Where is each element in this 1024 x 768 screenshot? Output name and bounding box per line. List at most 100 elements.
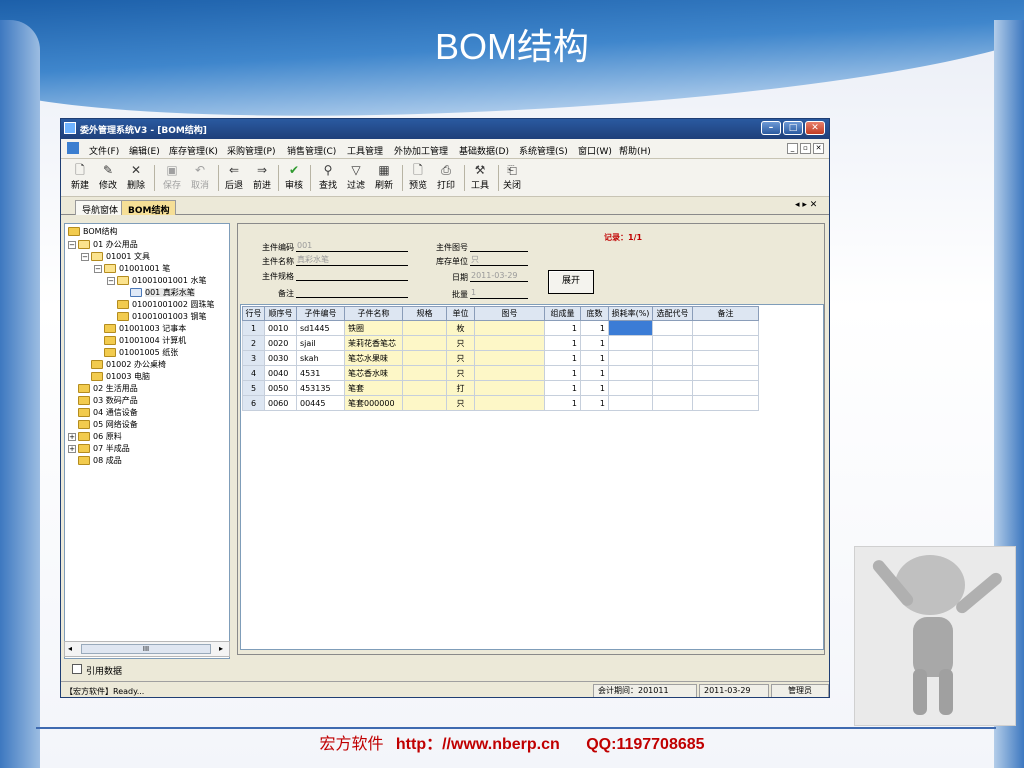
expand-icon[interactable]: +: [68, 432, 76, 441]
option-code-cell[interactable]: [652, 335, 693, 351]
option-code-cell[interactable]: [652, 365, 693, 381]
parent-code-field[interactable]: 001: [296, 241, 408, 252]
seq-cell[interactable]: 0060: [264, 395, 297, 411]
child-name-cell[interactable]: 笔芯香水味: [344, 365, 403, 381]
table-row[interactable]: 5 0050 453135 笔套 打 1 1: [242, 380, 759, 396]
tree-node-01001001001[interactable]: −01001001001 水笔: [107, 275, 207, 287]
menu-help[interactable]: 帮助(H): [619, 144, 651, 157]
drawing-cell[interactable]: [474, 335, 545, 351]
child-name-cell[interactable]: 笔套000000: [344, 395, 403, 411]
expand-icon[interactable]: +: [68, 444, 76, 453]
remark-cell[interactable]: [692, 365, 759, 381]
refresh-button[interactable]: ▦ 刷新: [369, 162, 399, 194]
minimize-button[interactable]: –: [761, 121, 781, 135]
tree-node-01003[interactable]: 01003 电脑: [91, 371, 150, 383]
tree-node-01001[interactable]: −01001 文具: [81, 251, 150, 263]
tree-node-05[interactable]: 05 网络设备: [78, 419, 138, 431]
table-row[interactable]: 1 0010 sd1445 铁圈 枚 1 1: [242, 320, 759, 336]
menu-window[interactable]: 窗口(W): [578, 144, 612, 157]
loss-rate-cell[interactable]: [608, 395, 653, 411]
child-code-cell[interactable]: 4531: [296, 365, 345, 381]
child-name-cell[interactable]: 笔芯水果味: [344, 350, 403, 366]
col-row-no[interactable]: 行号: [242, 306, 265, 321]
tree-node-01001001[interactable]: −01001001 笔: [94, 263, 170, 275]
tree-root[interactable]: BOM结构: [68, 226, 118, 238]
save-button[interactable]: ▣ 保存: [157, 162, 187, 194]
table-row[interactable]: 2 0020 sjail 茉莉花香笔芯 只 1 1: [242, 335, 759, 351]
seq-cell[interactable]: 0030: [264, 350, 297, 366]
remark-cell[interactable]: [692, 395, 759, 411]
child-code-cell[interactable]: skah: [296, 350, 345, 366]
close-window-button[interactable]: ⎗ 关闭: [497, 162, 527, 194]
option-code-cell[interactable]: [652, 380, 693, 396]
quantity-cell[interactable]: 1: [544, 320, 581, 336]
drawing-cell[interactable]: [474, 320, 545, 336]
drawing-cell[interactable]: [474, 365, 545, 381]
tree-node-01001003[interactable]: 01001003 记事本: [104, 323, 186, 335]
col-unit[interactable]: 单位: [446, 306, 475, 321]
col-remark[interactable]: 备注: [692, 306, 759, 321]
col-seq[interactable]: 顺序号: [264, 306, 297, 321]
base-cell[interactable]: 1: [580, 395, 609, 411]
menu-edit[interactable]: 编辑(E): [129, 144, 160, 157]
reference-data-checkbox[interactable]: [72, 664, 82, 674]
tree-node-07[interactable]: +07 半成品: [68, 443, 130, 455]
menu-purchase[interactable]: 采购管理(P): [227, 144, 275, 157]
tree-node-08[interactable]: 08 成品: [78, 455, 122, 467]
tree-node-03[interactable]: 03 数码产品: [78, 395, 138, 407]
base-cell[interactable]: 1: [580, 365, 609, 381]
tab-navigation-arrows[interactable]: ◂ ▸ ✕: [795, 200, 817, 210]
tree-node-01001004[interactable]: 01001004 计算机: [104, 335, 186, 347]
tree-horizontal-scrollbar[interactable]: ◂ III ▸: [64, 641, 230, 657]
expand-button[interactable]: 展开: [548, 270, 594, 294]
mdi-close-button[interactable]: ✕: [813, 143, 824, 154]
seq-cell[interactable]: 0010: [264, 320, 297, 336]
audit-button[interactable]: ✔ 审核: [279, 162, 309, 194]
option-code-cell[interactable]: [652, 320, 693, 336]
spec-cell[interactable]: [402, 395, 447, 411]
menu-outsourcing[interactable]: 外协加工管理: [394, 144, 448, 157]
child-code-cell[interactable]: 00445: [296, 395, 345, 411]
remark-cell[interactable]: [692, 335, 759, 351]
preview-button[interactable]: 🗋 预览: [403, 162, 433, 194]
tree-node-06[interactable]: +06 原料: [68, 431, 122, 443]
table-row[interactable]: 6 0060 00445 笔套000000 只 1 1: [242, 395, 759, 411]
child-name-cell[interactable]: 笔套: [344, 380, 403, 396]
table-row[interactable]: 3 0030 skah 笔芯水果味 只 1 1: [242, 350, 759, 366]
child-code-cell[interactable]: sd1445: [296, 320, 345, 336]
tab-navigation[interactable]: 导航窗体: [75, 200, 126, 216]
col-drawing[interactable]: 图号: [474, 306, 545, 321]
col-child-name[interactable]: 子件名称: [344, 306, 403, 321]
drawing-cell[interactable]: [474, 350, 545, 366]
drawing-cell[interactable]: [474, 395, 545, 411]
tree-node-01[interactable]: −01 办公用品: [68, 239, 138, 251]
parent-name-field[interactable]: 真彩水笔: [296, 255, 408, 266]
quantity-cell[interactable]: 1: [544, 365, 581, 381]
spec-cell[interactable]: [402, 335, 447, 351]
base-cell[interactable]: 1: [580, 350, 609, 366]
tab-bom-structure[interactable]: BOM结构: [121, 200, 177, 216]
quantity-cell[interactable]: 1: [544, 335, 581, 351]
tree-node-01001001003[interactable]: 01001001003 钢笔: [117, 311, 207, 323]
unit-field[interactable]: 只: [470, 255, 528, 266]
close-button[interactable]: ✕: [805, 121, 825, 135]
delete-button[interactable]: ✕ 删除: [121, 162, 151, 194]
print-button[interactable]: ⎙ 打印: [431, 162, 461, 194]
scroll-thumb[interactable]: III: [81, 644, 211, 654]
col-option-code[interactable]: 选配代号: [652, 306, 693, 321]
new-button[interactable]: 🗋 新建: [65, 162, 95, 194]
cancel-button[interactable]: ↶ 取消: [185, 162, 215, 194]
collapse-icon[interactable]: −: [68, 240, 76, 249]
unit-cell[interactable]: 枚: [446, 320, 475, 336]
loss-rate-cell[interactable]: [608, 350, 653, 366]
menu-inventory[interactable]: 库存管理(K): [169, 144, 218, 157]
drawing-field[interactable]: [470, 241, 528, 252]
unit-cell[interactable]: 只: [446, 395, 475, 411]
edit-button[interactable]: ✎ 修改: [93, 162, 123, 194]
table-row[interactable]: 4 0040 4531 笔芯香水味 只 1 1: [242, 365, 759, 381]
tools-button[interactable]: ⚒ 工具: [465, 162, 495, 194]
tree-node-01001001002[interactable]: 01001001002 圆珠笔: [117, 299, 215, 311]
child-name-cell[interactable]: 铁圈: [344, 320, 403, 336]
collapse-icon[interactable]: −: [81, 252, 89, 261]
col-base[interactable]: 底数: [580, 306, 609, 321]
